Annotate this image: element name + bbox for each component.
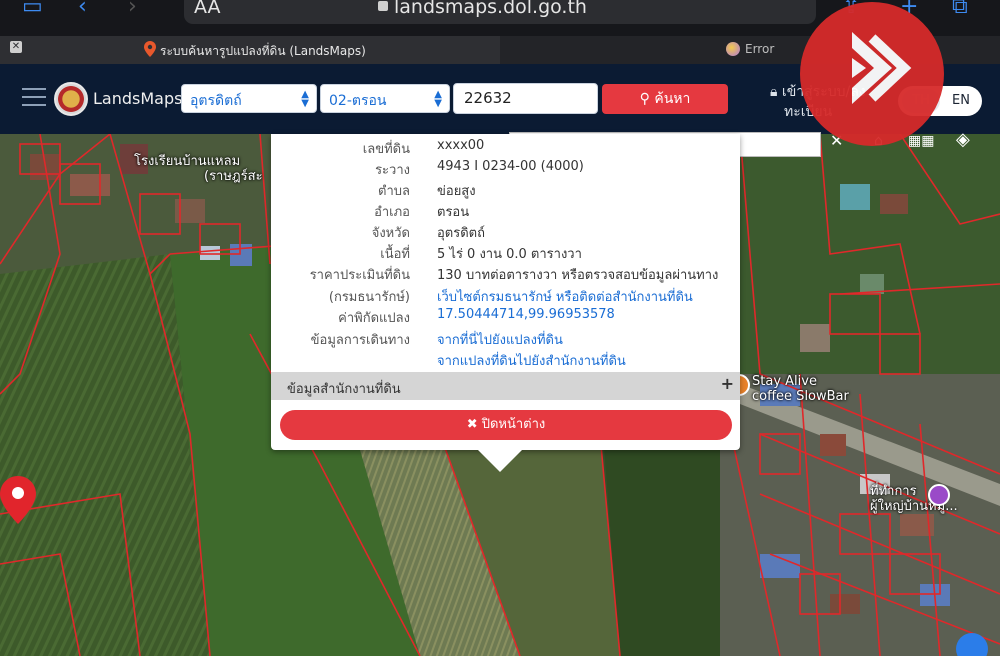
parcel-location-pin-icon[interactable] <box>0 476 36 524</box>
info-row: ค่าพิกัดแปลง 17.50444714,99.96953578 <box>271 305 740 326</box>
close-window-button[interactable]: ✖ ปิดหน้าต่าง <box>280 410 732 440</box>
close-window-label: ปิดหน้าต่าง <box>481 417 546 432</box>
lang-en-button[interactable]: EN <box>944 89 978 113</box>
brand-name: LandsMaps <box>93 89 183 108</box>
map-label-school[interactable]: โรงเรียนบ้านแหลม (ราษฎร์สะ <box>134 154 263 184</box>
info-row: (กรมธนารักษ์) เว็บไซต์กรมธนารักษ์ หรือติ… <box>271 284 740 305</box>
info-value: xxxx00 <box>437 138 485 153</box>
close-x-icon: ✖ <box>466 417 482 432</box>
info-row: ข้อมูลการเดินทาง จากที่นี่ไปยังแปลงที่ดิ… <box>271 327 740 348</box>
layers-icon[interactable]: ◈ <box>956 129 970 150</box>
tabs-overview-icon[interactable]: ⧉ <box>952 0 968 19</box>
info-row: จังหวัด อุตรดิตถ์ <box>271 220 740 241</box>
select-arrows-icon: ▲ ▼ <box>301 89 309 109</box>
coordinates-link[interactable]: 17.50444714,99.96953578 <box>437 307 615 322</box>
tab-landsmaps[interactable]: ✕ ระบบค้นหารูปแปลงที่ดิน (LandsMaps) <box>0 36 500 64</box>
province-select[interactable]: อุตรดิตถ์ ▲ ▼ <box>181 84 317 113</box>
info-key: ระวาง <box>375 163 410 178</box>
amphoe-value: 02-ตรอน <box>329 93 387 109</box>
expand-plus-icon: + <box>720 374 734 393</box>
parcel-info-popup: เลขที่ดิน xxxx00 ระวาง 4943 I 0234-00 (4… <box>271 134 740 472</box>
close-tab-icon[interactable]: ✕ <box>10 41 22 53</box>
directions-to-office-link[interactable]: จากแปลงที่ดินไปยังสำนักงานที่ดิน <box>437 350 626 371</box>
info-key: ตำบล <box>378 184 410 199</box>
location-pin-icon <box>144 41 156 57</box>
info-row: ตำบล ข่อยสูง <box>271 178 740 199</box>
treasury-website-link[interactable]: เว็บไซต์กรมธนารักษ์ หรือติดต่อสำนักงานที… <box>437 286 693 307</box>
place-line1: ที่ทำการ <box>870 484 917 499</box>
government-marker-icon[interactable] <box>928 484 950 506</box>
cafe-line2: coffee SlowBar <box>752 389 849 404</box>
info-key: ราคาประเมินที่ดิน <box>309 268 410 283</box>
map-label-cafe[interactable]: Stay Alive coffee SlowBar <box>752 374 849 404</box>
back-icon[interactable]: ‹ <box>78 0 87 19</box>
office-section-label: ข้อมูลสำนักงานที่ดิน <box>287 382 401 397</box>
info-key: จังหวัด <box>371 226 410 241</box>
select-arrows-icon: ▲ ▼ <box>434 89 442 109</box>
info-value: ข่อยสูง <box>437 184 476 199</box>
search-button-label: ค้นหา <box>654 91 691 107</box>
globe-icon <box>726 42 740 56</box>
search-button[interactable]: ⚲ ค้นหา <box>602 84 728 114</box>
info-row: เลขที่ดิน xxxx00 <box>271 136 740 157</box>
landsmaps-logo <box>54 82 88 116</box>
info-value: 130 บาทต่อตารางวา หรือตรวจสอบข้อมูลผ่านท… <box>437 268 719 283</box>
reader-aa-button[interactable]: AA <box>194 0 221 18</box>
watermark-b-mark-icon <box>852 32 912 104</box>
watermark-logo <box>800 2 944 146</box>
url-text: landsmaps.dol.go.th <box>394 0 587 18</box>
parcel-number-input[interactable]: 22632 <box>453 83 598 114</box>
info-row: อำเภอ ตรอน <box>271 199 740 220</box>
info-value: อุตรดิตถ์ <box>437 226 485 241</box>
info-value: ตรอน <box>437 205 470 220</box>
tab-label: Error <box>745 42 775 56</box>
info-value: 4943 I 0234-00 (4000) <box>437 159 584 174</box>
sidebar-icon[interactable]: ▭ <box>22 0 43 19</box>
address-bar[interactable]: AA landsmaps.dol.go.th <box>184 0 816 24</box>
info-key: ค่าพิกัดแปลง <box>338 311 410 326</box>
user-lock-icon: 🔒︎ <box>770 84 782 100</box>
province-value: อุตรดิตถ์ <box>190 93 242 109</box>
menu-icon[interactable] <box>22 88 46 108</box>
search-icon: ⚲ <box>639 91 655 107</box>
info-row: เนื้อที่ 5 ไร่ 0 งาน 0.0 ตารางวา <box>271 241 740 262</box>
info-key: (กรมธนารักษ์) <box>328 290 410 305</box>
screen: ▭ ‹ › AA landsmaps.dol.go.th ⇪ + ⧉ ✕ ระบ… <box>0 0 1000 656</box>
forward-icon[interactable]: › <box>128 0 137 19</box>
amphoe-select[interactable]: 02-ตรอน ▲ ▼ <box>320 84 450 113</box>
info-key: เนื้อที่ <box>380 247 410 262</box>
tab-label: ระบบค้นหารูปแปลงที่ดิน (LandsMaps) <box>160 44 366 58</box>
directions-to-parcel-link[interactable]: จากที่นี่ไปยังแปลงที่ดิน <box>437 329 563 350</box>
info-row: ระวาง 4943 I 0234-00 (4000) <box>271 157 740 178</box>
info-row: จากแปลงที่ดินไปยังสำนักงานที่ดิน <box>271 348 740 369</box>
info-value: 5 ไร่ 0 งาน 0.0 ตารางวา <box>437 247 582 262</box>
info-row: ราคาประเมินที่ดิน 130 บาทต่อตารางวา หรือ… <box>271 262 740 283</box>
info-key: ข้อมูลการเดินทาง <box>310 333 410 348</box>
cafe-line1: Stay Alive <box>752 374 817 389</box>
info-key: อำเภอ <box>374 205 410 220</box>
school-line2: (ราษฎร์สะ <box>204 169 263 184</box>
land-office-section-toggle[interactable]: ข้อมูลสำนักงานที่ดิน + <box>271 372 740 400</box>
lock-icon <box>378 1 388 11</box>
school-line1: โรงเรียนบ้านแหลม <box>134 154 241 169</box>
info-key: เลขที่ดิน <box>362 142 410 157</box>
popup-tail <box>476 448 524 472</box>
